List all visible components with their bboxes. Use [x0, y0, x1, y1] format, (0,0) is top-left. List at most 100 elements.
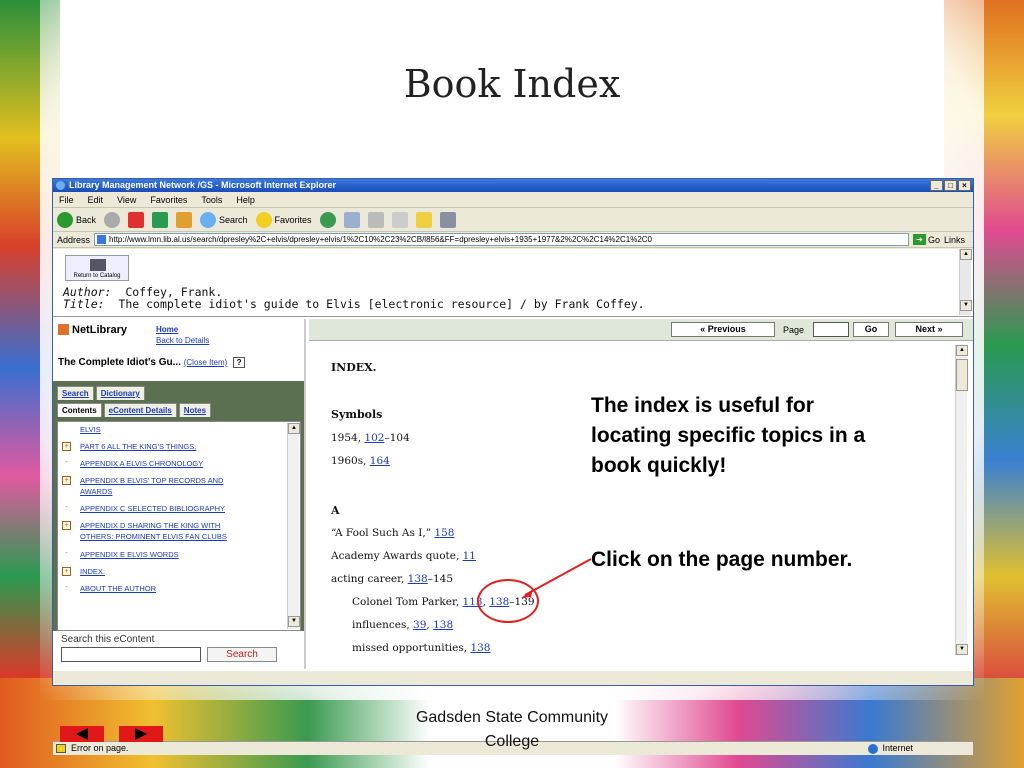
- title-value: The complete idiot's guide to Elvis [ele…: [118, 297, 645, 311]
- tab-search[interactable]: Search: [57, 386, 94, 400]
- mail-icon[interactable]: [343, 211, 360, 228]
- page-link[interactable]: 158: [434, 527, 454, 539]
- reader-scrollbar[interactable]: ▲ ▼: [955, 345, 968, 655]
- index-entry: 1954, 102–104: [331, 432, 410, 444]
- menu-tools[interactable]: Tools: [201, 195, 222, 205]
- tab-econtent-details[interactable]: eContent Details: [103, 403, 177, 417]
- page-link[interactable]: 164: [370, 455, 390, 467]
- expand-icon[interactable]: +: [62, 476, 71, 485]
- expand-icon[interactable]: +: [62, 521, 71, 530]
- minimize-button[interactable]: _: [930, 180, 943, 191]
- return-to-catalog-button[interactable]: Return to Catalog: [65, 255, 129, 281]
- home-link[interactable]: Home: [156, 325, 178, 334]
- scroll-down-icon[interactable]: ▼: [960, 300, 972, 311]
- scroll-up-icon[interactable]: ▲: [288, 423, 300, 434]
- menu-help[interactable]: Help: [236, 195, 255, 205]
- tab-notes[interactable]: Notes: [178, 403, 212, 417]
- page-link[interactable]: 138: [470, 642, 490, 654]
- page-link[interactable]: 138: [408, 573, 428, 585]
- tab-dictionary[interactable]: Dictionary: [95, 386, 145, 400]
- pointer-arrow-icon: [521, 558, 592, 598]
- tab-contents[interactable]: Contents: [57, 403, 102, 417]
- toc-item-partial[interactable]: ELVIS: [80, 424, 280, 435]
- leaf-icon: -: [65, 504, 68, 511]
- close-item-link[interactable]: (Close Item): [184, 358, 228, 367]
- expand-icon[interactable]: +: [62, 567, 71, 576]
- menu-edit[interactable]: Edit: [88, 195, 104, 205]
- table-of-contents: ELVIS + PART 6 ALL THE KING'S THINGS. - …: [57, 421, 301, 631]
- page-link[interactable]: 11: [463, 550, 476, 562]
- a-heading: A: [331, 504, 340, 517]
- back-arrow-icon: [57, 211, 73, 228]
- leaf-icon: -: [65, 459, 68, 466]
- next-page-button[interactable]: Next »: [895, 322, 963, 337]
- triangle-left-icon: [76, 728, 88, 740]
- warning-icon[interactable]: [56, 744, 66, 753]
- scroll-down-icon[interactable]: ▼: [956, 644, 968, 655]
- browser-toolbar: Back Search Favorites: [53, 208, 973, 232]
- toc-scrollbar[interactable]: ▲ ▼: [287, 423, 300, 629]
- expand-icon[interactable]: +: [62, 442, 71, 451]
- folder-icon[interactable]: [415, 211, 432, 228]
- index-heading: INDEX.: [331, 361, 377, 374]
- index-subentry: missed opportunities, 138: [352, 642, 491, 654]
- search-button[interactable]: Search: [200, 211, 248, 228]
- toc-item[interactable]: INDEX.: [80, 566, 280, 577]
- triangle-right-icon: [135, 728, 147, 740]
- menu-favorites[interactable]: Favorites: [150, 195, 187, 205]
- links-button[interactable]: Links: [944, 235, 973, 245]
- scroll-up-icon[interactable]: ▲: [960, 249, 972, 260]
- address-input[interactable]: http://www.lmn.lib.al.us/search/dpresley…: [94, 233, 909, 246]
- tabs-bottom: Contents eContent Details Notes: [57, 403, 212, 417]
- refresh-icon[interactable]: [152, 211, 169, 228]
- home-icon[interactable]: [176, 211, 193, 228]
- leaf-icon: -: [65, 550, 68, 557]
- help-icon[interactable]: ?: [233, 357, 246, 368]
- toc-item[interactable]: PART 6 ALL THE KING'S THINGS.: [80, 441, 280, 452]
- back-to-details-link[interactable]: Back to Details: [156, 336, 209, 345]
- search-econtent-input[interactable]: [61, 647, 201, 662]
- back-button[interactable]: Back: [57, 211, 96, 228]
- forward-arrow-icon[interactable]: [104, 211, 121, 228]
- toc-item[interactable]: ABOUT THE AUTHOR: [80, 583, 280, 594]
- page-label: Page: [783, 325, 805, 335]
- menu-bar: File Edit View Favorites Tools Help: [53, 192, 973, 208]
- toc-item[interactable]: APPENDIX C SELECTED BIBLIOGRAPHY: [80, 503, 280, 514]
- previous-page-button[interactable]: « Previous: [671, 322, 775, 337]
- page-link[interactable]: 102: [364, 432, 384, 444]
- page-go-button[interactable]: Go: [853, 322, 889, 337]
- favorites-button[interactable]: Favorites: [255, 211, 312, 228]
- page-link[interactable]: 39: [413, 619, 426, 631]
- print-icon[interactable]: [367, 211, 384, 228]
- toc-item[interactable]: APPENDIX D SHARING THE KING WITH OTHERS:…: [80, 520, 280, 542]
- catalog-header: Return to Catalog Author: Coffey, Frank.…: [53, 249, 973, 317]
- menu-file[interactable]: File: [59, 195, 74, 205]
- stop-icon[interactable]: [128, 211, 145, 228]
- search-econtent-button[interactable]: Search: [207, 647, 277, 662]
- next-slide-button[interactable]: [119, 726, 163, 742]
- messenger-icon[interactable]: [439, 211, 456, 228]
- scroll-thumb[interactable]: [956, 359, 968, 391]
- scroll-down-icon[interactable]: ▼: [288, 616, 300, 627]
- search-econtent-panel: Search this eContent Search: [53, 631, 304, 669]
- open-book-title: The Complete Idiot's Gu... (Close Item) …: [58, 357, 246, 368]
- address-bar: Address http://www.lmn.lib.al.us/search/…: [53, 232, 973, 248]
- maximize-button[interactable]: □: [944, 180, 957, 191]
- toc-item[interactable]: APPENDIX A ELVIS CHRONOLOGY: [80, 458, 280, 469]
- go-arrow-icon: ➔: [912, 234, 926, 245]
- scroll-up-icon[interactable]: ▲: [956, 345, 968, 356]
- go-button[interactable]: ➔ Go: [912, 234, 940, 245]
- toc-item[interactable]: APPENDIX E ELVIS WORDS: [80, 549, 280, 560]
- page-link[interactable]: 138: [433, 619, 453, 631]
- edit-icon[interactable]: [391, 211, 408, 228]
- previous-slide-button[interactable]: [60, 726, 104, 742]
- window-title: Library Management Network /GS - Microso…: [69, 180, 337, 190]
- menu-view[interactable]: View: [117, 195, 136, 205]
- close-window-button[interactable]: ×: [958, 180, 971, 191]
- toc-item[interactable]: APPENDIX B ELVIS' TOP RECORDS AND AWARDS: [80, 475, 280, 497]
- header-scrollbar[interactable]: ▲ ▼: [959, 249, 972, 315]
- page-number-input[interactable]: [813, 322, 849, 337]
- search-icon: [200, 211, 217, 228]
- history-icon[interactable]: [319, 211, 336, 228]
- ie-icon: [56, 181, 65, 190]
